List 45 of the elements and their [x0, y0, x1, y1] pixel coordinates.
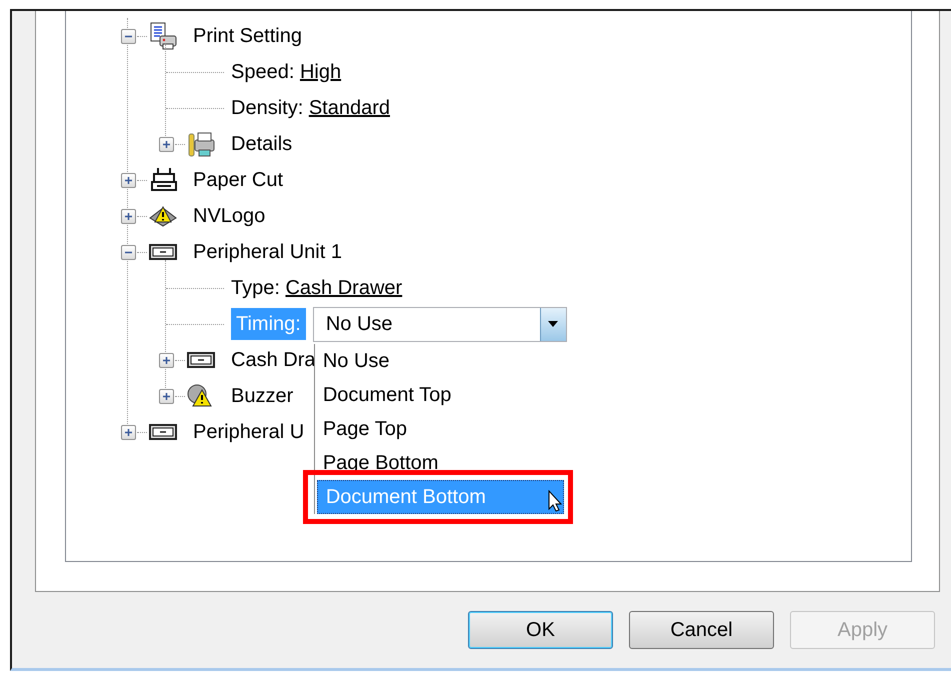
plus-icon	[124, 176, 132, 184]
dropdown-value: No Use	[324, 312, 394, 337]
expand-toggle[interactable]	[158, 136, 174, 152]
printer-wrench-icon	[186, 130, 216, 158]
printer-icon	[148, 166, 178, 194]
selected-label: Timing:	[231, 308, 306, 340]
device-icon	[186, 350, 216, 370]
tree-item-label[interactable]: Paper Cut	[193, 165, 284, 195]
value-link[interactable]: High	[300, 61, 342, 83]
expand-toggle[interactable]	[120, 208, 136, 224]
tree-item-label[interactable]: Details	[231, 129, 292, 159]
tree-item-label[interactable]: Cash Dra	[231, 345, 316, 375]
tree-item-label[interactable]: Buzzer	[231, 381, 294, 411]
tree-item-label[interactable]: Speed: High	[231, 57, 342, 87]
plus-icon	[162, 140, 170, 148]
dropdown-option[interactable]: No Use	[314, 344, 566, 378]
expand-toggle[interactable]	[158, 352, 174, 368]
value-link[interactable]: Cash Drawer	[285, 277, 402, 299]
document-printer-icon	[148, 22, 178, 50]
caret-icon	[548, 321, 558, 327]
dialog-button[interactable]: Cancel	[629, 611, 774, 649]
expand-toggle[interactable]	[120, 172, 136, 188]
plus-icon	[124, 212, 132, 220]
device-icon	[148, 242, 178, 262]
plus-icon	[162, 392, 170, 400]
device-icon	[148, 422, 178, 442]
dropdown-option[interactable]: Page Top	[314, 412, 566, 446]
dropdown-option[interactable]: Document Top	[314, 378, 566, 412]
plus-icon	[162, 356, 170, 364]
value-link[interactable]: Standard	[308, 97, 390, 119]
dropdown-arrow-button[interactable]	[540, 308, 566, 340]
collapse-toggle[interactable]	[120, 244, 136, 260]
plus-icon	[124, 428, 132, 436]
tree-item-label[interactable]: Print Setting	[193, 21, 302, 51]
timing-dropdown[interactable]: No Use	[312, 306, 567, 342]
expand-toggle[interactable]	[120, 424, 136, 440]
tree-item-label[interactable]: NVLogo	[193, 201, 266, 231]
tree-item-label[interactable]: Peripheral Unit 1	[193, 237, 342, 267]
collapse-toggle[interactable]	[120, 28, 136, 44]
tree-item-label[interactable]: Density: Standard	[231, 93, 390, 123]
dialog-button[interactable]: OK	[468, 611, 613, 649]
tree-item-label[interactable]: Peripheral U	[193, 417, 304, 447]
cursor-icon	[548, 490, 562, 512]
expand-toggle[interactable]	[158, 388, 174, 404]
tree-item-label[interactable]: Type: Cash Drawer	[231, 273, 402, 303]
